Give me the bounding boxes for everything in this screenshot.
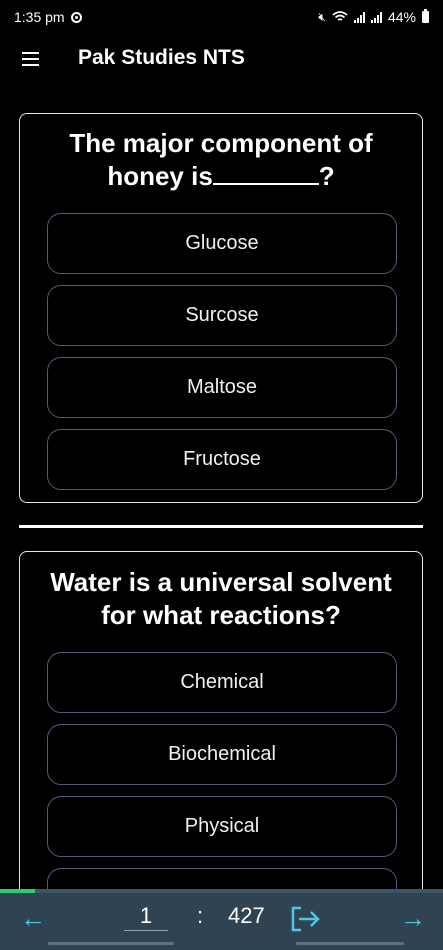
menu-icon[interactable] bbox=[22, 52, 39, 66]
page-separator: : bbox=[197, 903, 204, 928]
signal-icon-2 bbox=[370, 11, 382, 23]
battery-icon bbox=[422, 9, 429, 23]
question-card-2: Water is a universal solvent for what re… bbox=[19, 551, 423, 929]
answer-option[interactable]: Glucose bbox=[47, 213, 397, 274]
status-time: 1:35 pm bbox=[14, 9, 65, 25]
question-text: Water is a universal solvent for what re… bbox=[50, 567, 392, 630]
battery-percent: 44% bbox=[387, 9, 416, 25]
answer-option[interactable]: Biochemical bbox=[47, 724, 397, 785]
app-bar: Pak Studies NTS bbox=[0, 34, 443, 84]
question-text: The major component of honey is? bbox=[38, 127, 404, 193]
current-page-input[interactable]: 1 bbox=[124, 901, 168, 931]
status-bar: 1:35 pm 🔇︎ 44% bbox=[0, 0, 443, 34]
answer-option[interactable]: Surcose bbox=[47, 285, 397, 346]
status-right: 🔇︎ 44% bbox=[318, 9, 429, 25]
question-text-after-blank: ? bbox=[318, 161, 335, 191]
answer-options: Glucose Surcose Maltose Fructose bbox=[47, 213, 397, 501]
wifi-icon bbox=[332, 11, 348, 21]
bar-indicator-right bbox=[296, 942, 404, 945]
progress-track bbox=[0, 889, 443, 893]
answer-option[interactable]: Fructose bbox=[47, 429, 397, 490]
status-left: 1:35 pm bbox=[14, 9, 82, 25]
arrow-left-icon[interactable]: ← bbox=[20, 903, 46, 933]
progress-fill bbox=[0, 889, 36, 893]
bar-indicator-left bbox=[48, 942, 174, 945]
arrow-right-icon[interactable]: → bbox=[400, 903, 426, 933]
exit-icon[interactable] bbox=[289, 905, 323, 933]
app-title: Pak Studies NTS bbox=[78, 46, 245, 69]
answer-option[interactable]: Chemical bbox=[47, 652, 397, 713]
answer-option[interactable]: Maltose bbox=[47, 357, 397, 418]
bottom-navigation-bar: ← 1 : 427 → bbox=[0, 889, 443, 950]
question-divider bbox=[19, 525, 423, 528]
question-blank bbox=[212, 161, 319, 185]
signal-icon bbox=[353, 11, 365, 23]
mute-icon: 🔇︎ bbox=[318, 9, 326, 24]
question-card-1: The major component of honey is? Glucose… bbox=[19, 113, 423, 503]
total-pages: 427 bbox=[228, 903, 265, 928]
answer-option[interactable]: Physical bbox=[47, 796, 397, 857]
screen-record-icon bbox=[70, 11, 82, 23]
